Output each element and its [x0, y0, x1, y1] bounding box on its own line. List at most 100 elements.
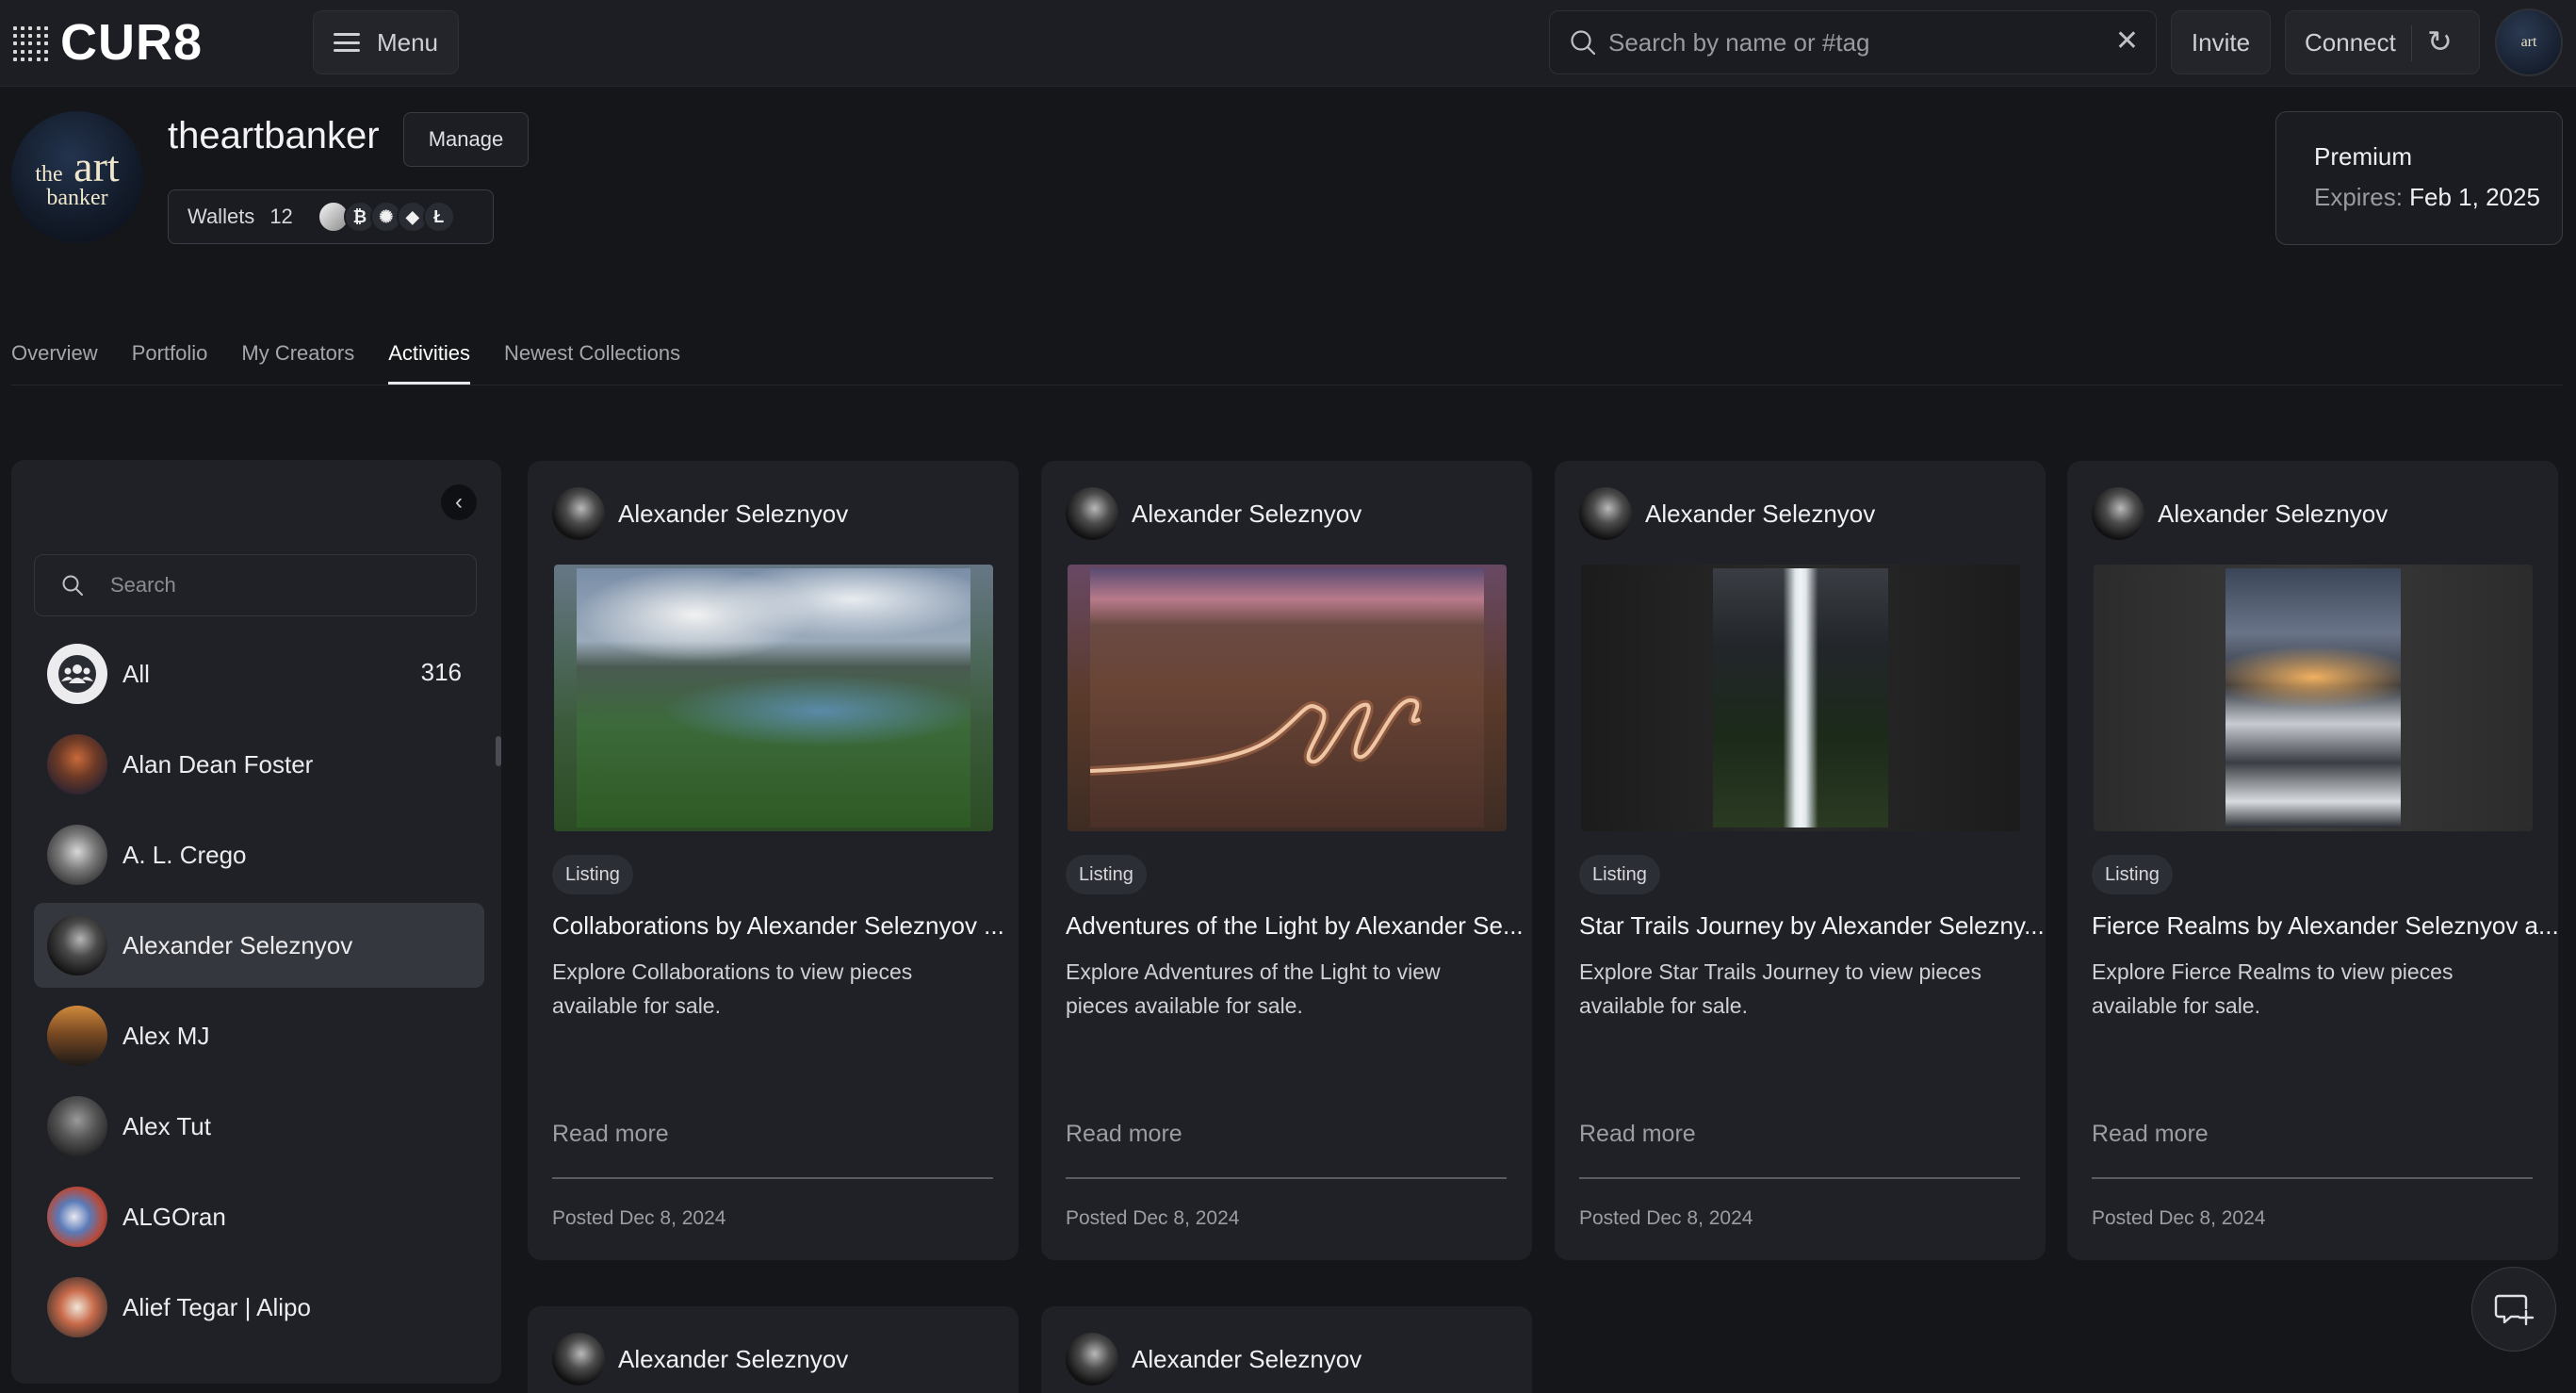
sidebar-search-input[interactable]: Search — [34, 554, 477, 616]
activity-card[interactable]: Alexander Seleznyov Listing Fierce Realm… — [2067, 461, 2558, 1260]
connect-group: Connect ↻ — [2285, 10, 2480, 74]
connect-button[interactable]: Connect — [2305, 28, 2396, 57]
card-description: Explore Star Trails Journey to view piec… — [1579, 959, 1981, 1018]
avatar — [47, 1006, 107, 1066]
card-description: Explore Adventures of the Light to view … — [1066, 959, 1441, 1018]
tab-portfolio[interactable]: Portfolio — [132, 341, 208, 385]
posted-date: Posted Dec 8, 2024 — [552, 1207, 726, 1229]
close-icon[interactable]: ✕ — [2115, 25, 2139, 57]
card-image[interactable] — [1068, 565, 1507, 831]
chevron-left-icon: ‹ — [455, 489, 463, 515]
card-author-name: Alexander Seleznyov — [618, 1344, 849, 1373]
card-title[interactable]: Fierce Realms by Alexander Seleznyov a..… — [2092, 911, 2558, 941]
card-author[interactable]: Alexander Seleznyov — [1066, 1333, 1361, 1385]
activity-card[interactable]: Alexander Seleznyov — [528, 1306, 1019, 1393]
wallets-label: Wallets — [187, 205, 255, 228]
search-icon — [62, 575, 83, 596]
avatar — [47, 825, 107, 885]
read-more-link[interactable]: Read more — [1066, 1121, 1182, 1148]
sidebar-item-label: ALGOran — [122, 1202, 226, 1231]
card-author[interactable]: Alexander Seleznyov — [552, 487, 848, 540]
avatar-text-the: the — [35, 162, 63, 187]
read-more-link[interactable]: Read more — [2092, 1121, 2209, 1148]
card-description: Explore Collaborations to view pieces av… — [552, 959, 913, 1018]
premium-panel: Premium Expires: Feb 1, 2025 — [2275, 111, 2563, 245]
collapse-sidebar-button[interactable]: ‹ — [441, 484, 477, 520]
logo[interactable]: CUR8 — [60, 13, 203, 72]
activity-card[interactable]: Alexander Seleznyov Listing Star Trails … — [1555, 461, 2046, 1260]
sidebar-item-label: A. L. Crego — [122, 840, 247, 869]
avatar — [1066, 1333, 1118, 1385]
card-divider — [1579, 1177, 2020, 1179]
card-author-name: Alexander Seleznyov — [1645, 499, 1876, 528]
avatar — [552, 487, 605, 540]
card-description: Explore Fierce Realms to view pieces ava… — [2092, 959, 2454, 1018]
sidebar-item-alexander-seleznyov[interactable]: Alexander Seleznyov — [34, 903, 484, 988]
tab-newest-collections[interactable]: Newest Collections — [504, 341, 680, 385]
sidebar-item-label: All — [122, 659, 150, 688]
premium-title: Premium — [2314, 142, 2413, 171]
avatar — [47, 1096, 107, 1156]
card-author[interactable]: Alexander Seleznyov — [552, 1333, 848, 1385]
global-search-input[interactable]: Search by name or #tag ✕ — [1549, 10, 2157, 74]
search-icon — [1571, 30, 1596, 56]
card-title[interactable]: Collaborations by Alexander Seleznyov ..… — [552, 911, 1004, 941]
profile-tabs: Overview Portfolio My Creators Activitie… — [11, 341, 680, 388]
card-author[interactable]: Alexander Seleznyov — [1579, 487, 1875, 540]
search-placeholder: Search by name or #tag — [1608, 27, 1870, 57]
activity-card[interactable]: Alexander Seleznyov Listing Adventures o… — [1041, 461, 1532, 1260]
card-divider — [2092, 1177, 2533, 1179]
sidebar-item-al-crego[interactable]: A. L. Crego — [34, 812, 484, 897]
tab-activities[interactable]: Activities — [388, 341, 470, 385]
card-title[interactable]: Star Trails Journey by Alexander Selezny… — [1579, 911, 2045, 941]
avatar — [47, 734, 107, 795]
sidebar-item-alief-tegar[interactable]: Alief Tegar | Alipo — [34, 1265, 484, 1350]
read-more-link[interactable]: Read more — [552, 1121, 669, 1148]
card-divider — [552, 1177, 993, 1179]
activity-card[interactable]: Alexander Seleznyov — [1041, 1306, 1532, 1393]
premium-expires-label: Expires: — [2314, 183, 2403, 211]
card-image[interactable] — [1581, 565, 2020, 831]
sidebar-item-label: Alex Tut — [122, 1111, 211, 1140]
posted-date: Posted Dec 8, 2024 — [1066, 1207, 1240, 1229]
avatar-text-art: art — [73, 142, 120, 190]
listing-badge: Listing — [1066, 855, 1147, 894]
card-author[interactable]: Alexander Seleznyov — [1066, 487, 1361, 540]
sidebar-item-alan-dean-foster[interactable]: Alan Dean Foster — [34, 722, 484, 807]
invite-label: Invite — [2191, 27, 2251, 57]
sidebar-item-label: Alan Dean Foster — [122, 749, 314, 778]
feedback-button[interactable] — [2471, 1267, 2556, 1352]
manage-button[interactable]: Manage — [403, 112, 529, 167]
listing-badge: Listing — [2092, 855, 2173, 894]
card-image[interactable] — [554, 565, 993, 831]
sidebar-item-label: Alex MJ — [122, 1021, 210, 1050]
litecoin-icon: Ł — [422, 201, 455, 233]
wallets-summary[interactable]: Wallets 12 ₿ ✺ ◆ Ł — [168, 189, 494, 244]
avatar — [47, 1277, 107, 1337]
sidebar-search-placeholder: Search — [110, 573, 176, 597]
tab-my-creators[interactable]: My Creators — [241, 341, 354, 385]
invite-button[interactable]: Invite — [2171, 10, 2271, 74]
card-divider — [1066, 1177, 1507, 1179]
refresh-icon[interactable]: ↻ — [2427, 24, 2453, 59]
sidebar-item-label: Alexander Seleznyov — [122, 930, 353, 959]
sidebar-item-all[interactable]: All 316 — [34, 631, 484, 716]
sidebar-item-alex-tut[interactable]: Alex Tut — [34, 1084, 484, 1169]
divider — [2411, 25, 2412, 61]
sidebar-item-alex-mj[interactable]: Alex MJ — [34, 993, 484, 1078]
sidebar-scrollbar[interactable] — [496, 736, 501, 766]
tab-overview[interactable]: Overview — [11, 341, 98, 385]
read-more-link[interactable]: Read more — [1579, 1121, 1696, 1148]
avatar — [1579, 487, 1632, 540]
card-author[interactable]: Alexander Seleznyov — [2092, 487, 2388, 540]
menu-button[interactable]: Menu — [313, 10, 459, 74]
user-avatar[interactable]: art — [2495, 8, 2563, 76]
sidebar-item-algoran[interactable]: ALGOran — [34, 1174, 484, 1259]
card-title[interactable]: Adventures of the Light by Alexander Se.… — [1066, 911, 1524, 941]
activity-card[interactable]: Alexander Seleznyov Listing Collaboratio… — [528, 461, 1019, 1260]
card-image[interactable] — [2094, 565, 2533, 831]
card-author-name: Alexander Seleznyov — [1132, 499, 1362, 528]
avatar-text-banker: banker — [46, 186, 108, 210]
avatar — [552, 1333, 605, 1385]
card-author-name: Alexander Seleznyov — [2158, 499, 2389, 528]
